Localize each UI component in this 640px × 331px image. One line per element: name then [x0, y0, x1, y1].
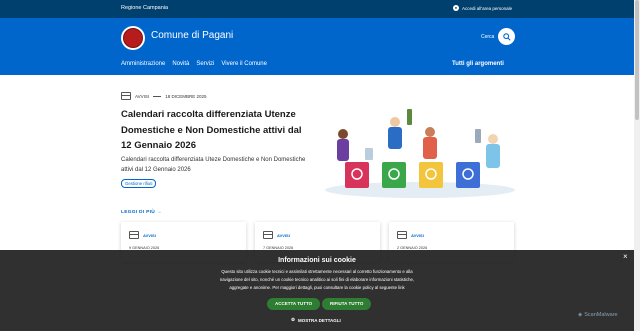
calendar-icon: [129, 231, 139, 239]
top-bar: Regione Campania ● Accedi all'area perso…: [0, 0, 640, 18]
all-topics-link[interactable]: Tutti gli argomenti: [452, 61, 504, 67]
scrollbar[interactable]: [634, 0, 640, 331]
calendar-icon: [121, 92, 131, 100]
search-label: Cerca: [481, 34, 495, 40]
card-category: AVVISI: [411, 232, 424, 238]
hero-date: 18 DICEMBRE 2025: [165, 93, 207, 99]
read-more-label: LEGGI DI PIÙ: [121, 210, 155, 215]
card-category: AVVISI: [277, 232, 290, 238]
cookie-text: Questo sito utilizza cookie tecnici e as…: [219, 269, 415, 290]
reject-all-button[interactable]: RIFIUTA TUTTO: [322, 298, 372, 310]
read-more-link[interactable]: LEGGI DI PIÙ →: [121, 210, 162, 215]
watermark: ◈ ScanMalware: [578, 312, 618, 318]
recycling-illustration: [325, 109, 515, 198]
hero-meta: AVVISI 18 DICEMBRE 2025: [121, 92, 206, 100]
nav-item-novita[interactable]: Novità: [172, 61, 189, 67]
search-icon: [502, 32, 511, 41]
site-header: Comune di Pagani Cerca Amministrazione N…: [0, 18, 640, 75]
scrollbar-thumb[interactable]: [635, 0, 639, 120]
hero-title[interactable]: Calendari raccolta differenziata Utenze …: [121, 107, 311, 154]
show-details-button[interactable]: ⚙ MOSTRA DETTAGLI: [291, 317, 341, 323]
arrow-right-icon: →: [156, 210, 162, 215]
hero-category: AVVISI: [135, 93, 150, 99]
cookie-banner: × Informazioni sui cookie Questo sito ut…: [0, 250, 634, 331]
site-title[interactable]: Comune di Pagani: [151, 30, 233, 41]
topic-chip[interactable]: Gestione rifiuti: [121, 179, 157, 188]
main-nav: Amministrazione Novità Servizi Vivere il…: [121, 61, 267, 67]
details-label: MOSTRA DETTAGLI: [298, 317, 341, 323]
shield-icon: ◈: [578, 312, 583, 318]
accept-all-button[interactable]: ACCETTA TUTTO: [267, 298, 321, 310]
nav-item-amministrazione[interactable]: Amministrazione: [121, 61, 165, 67]
region-link[interactable]: Regione Campania: [121, 5, 168, 11]
search-button[interactable]: [498, 28, 515, 45]
coat-of-arms-icon[interactable]: [121, 26, 145, 50]
login-label: Accedi all'area personale: [462, 5, 513, 11]
cookie-title: Informazioni sui cookie: [278, 257, 356, 264]
watermark-label: ScanMalware: [584, 312, 618, 318]
separator: [153, 95, 162, 97]
nav-item-vivere[interactable]: Vivere il Comune: [221, 61, 267, 67]
gear-icon: ⚙: [291, 317, 296, 322]
login-link[interactable]: ● Accedi all'area personale: [453, 5, 512, 11]
nav-item-servizi[interactable]: Servizi: [196, 61, 214, 67]
calendar-icon: [397, 231, 407, 239]
calendar-icon: [263, 231, 273, 239]
hero-description: Calendari raccolta differenziata Uteze D…: [121, 157, 306, 173]
user-icon: ●: [453, 5, 459, 11]
card-category: AVVISI: [143, 232, 156, 238]
